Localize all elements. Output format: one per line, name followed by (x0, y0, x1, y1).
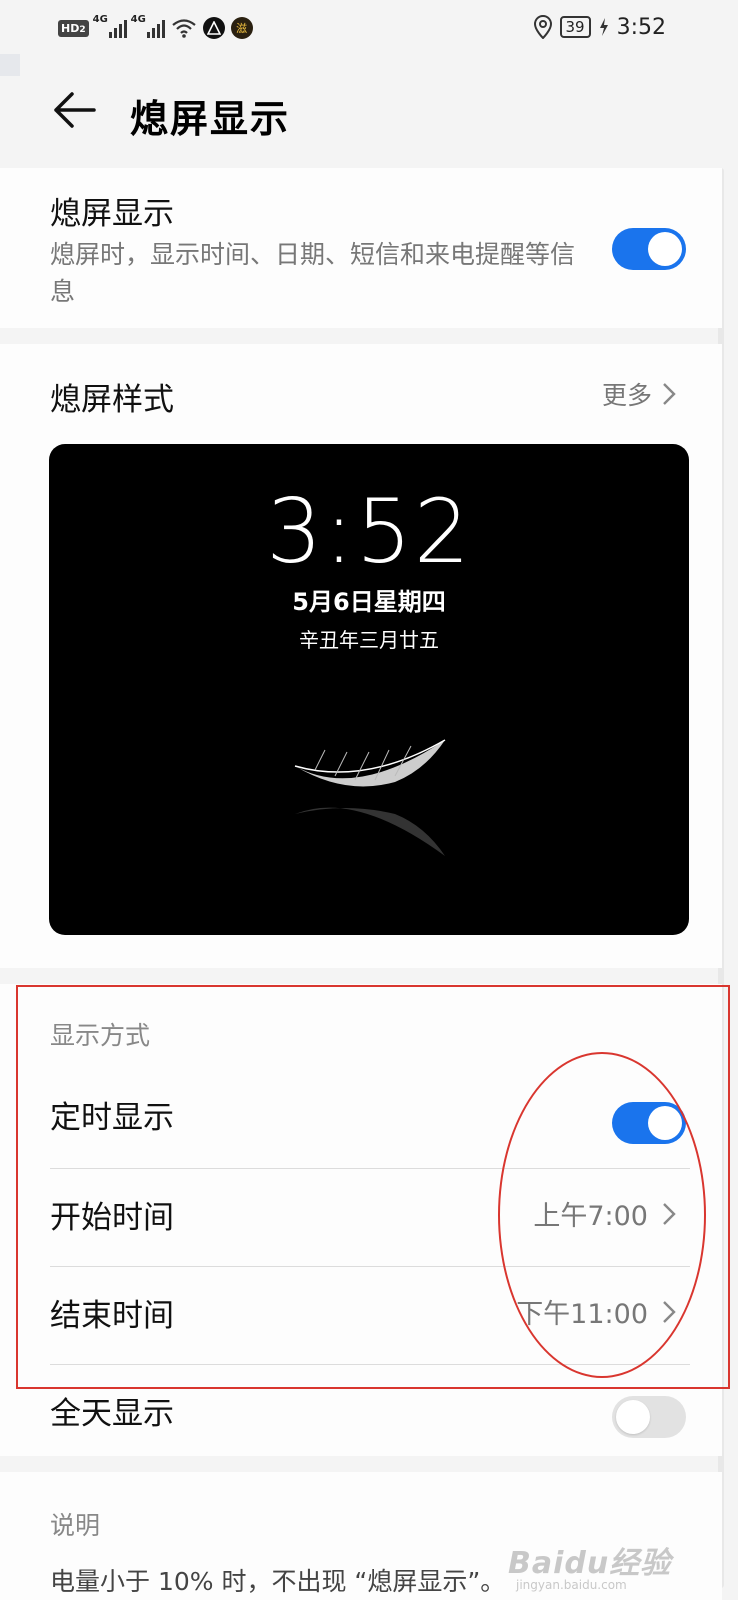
app-notification-icon (202, 17, 225, 39)
location-icon (533, 15, 552, 39)
hd-voice-icon: HD2 (58, 19, 89, 37)
signal-2-icon: 4G (131, 14, 165, 38)
more-styles-link[interactable]: 更多 (602, 376, 676, 412)
start-time-label: 开始时间 (50, 1200, 174, 1236)
wifi-icon (171, 19, 196, 38)
chevron-right-icon (663, 1300, 676, 1323)
aod-toggle-subtitle: 熄屏时，显示时间、日期、短信和来电提醒等信息 (50, 240, 576, 306)
preview-time: 3:52 (266, 480, 472, 583)
aod-toggle-title: 熄屏显示 (50, 196, 174, 232)
status-right: 39 3:52 (533, 12, 666, 42)
feather-wallpaper-icon (294, 739, 446, 856)
divider (50, 1364, 690, 1365)
preview-date: 5月6日星期四 (292, 588, 446, 616)
display-mode-label: 显示方式 (50, 1021, 151, 1050)
start-time-value: 上午7:00 (533, 1201, 648, 1232)
screen: HD2 4G 4G 滋 39 3:52 熄屏显示 熄屏显示 熄屏时，显示时间、日… (0, 0, 738, 1600)
aod-toggle-section: 熄屏显示 熄屏时，显示时间、日期、短信和来电提醒等信息 (0, 168, 722, 328)
hd-sub-label: 2 (79, 24, 86, 35)
status-bar: HD2 4G 4G 滋 39 3:52 (0, 0, 738, 56)
app-header: 熄屏显示 (0, 70, 738, 160)
divider (50, 1266, 690, 1267)
aod-style-title: 熄屏样式 (50, 382, 174, 418)
notes-label: 说明 (50, 1511, 101, 1540)
gold-badge-icon: 滋 (230, 17, 253, 39)
notes-section: 说明 电量小于 10% 时，不出现 “熄屏显示”。 (0, 1472, 722, 1600)
chevron-right-icon (663, 383, 676, 405)
divider (50, 1168, 690, 1169)
status-left: HD2 4G 4G 滋 (58, 14, 253, 42)
end-time-label: 结束时间 (50, 1298, 174, 1334)
more-label: 更多 (601, 381, 652, 410)
aod-toggle-switch[interactable] (612, 228, 686, 270)
scheduled-display-label: 定时显示 (50, 1100, 174, 1136)
signal-1-label: 4G (92, 14, 108, 25)
display-mode-section: 显示方式 定时显示 开始时间 上午7:00 结束时间 下午11:00 全天显示 (0, 984, 722, 1456)
battery-level: 39 (565, 18, 585, 36)
preview-lunar-date: 辛丑年三月廿五 (299, 628, 439, 652)
back-arrow-icon[interactable] (50, 86, 98, 134)
notes-text: 电量小于 10% 时，不出现 “熄屏显示”。 (50, 1567, 506, 1596)
scheduled-display-switch[interactable] (612, 1102, 686, 1144)
aod-style-preview[interactable]: 3:52 5月6日星期四 辛丑年三月廿五 (49, 444, 689, 935)
page-title: 熄屏显示 (130, 97, 291, 141)
status-time: 3:52 (616, 14, 666, 40)
signal-1-icon: 4G (93, 14, 127, 38)
signal-2-label: 4G (130, 14, 146, 25)
all-day-display-switch[interactable] (612, 1396, 686, 1438)
charging-icon (599, 18, 608, 36)
hd-label: HD (61, 21, 80, 35)
start-time-selector[interactable]: 上午7:00 (533, 1194, 676, 1233)
end-time-selector[interactable]: 下午11:00 (516, 1292, 676, 1331)
end-time-value: 下午11:00 (516, 1299, 648, 1330)
chevron-right-icon (663, 1202, 676, 1225)
battery-icon: 39 (559, 16, 591, 38)
all-day-display-label: 全天显示 (50, 1396, 174, 1432)
